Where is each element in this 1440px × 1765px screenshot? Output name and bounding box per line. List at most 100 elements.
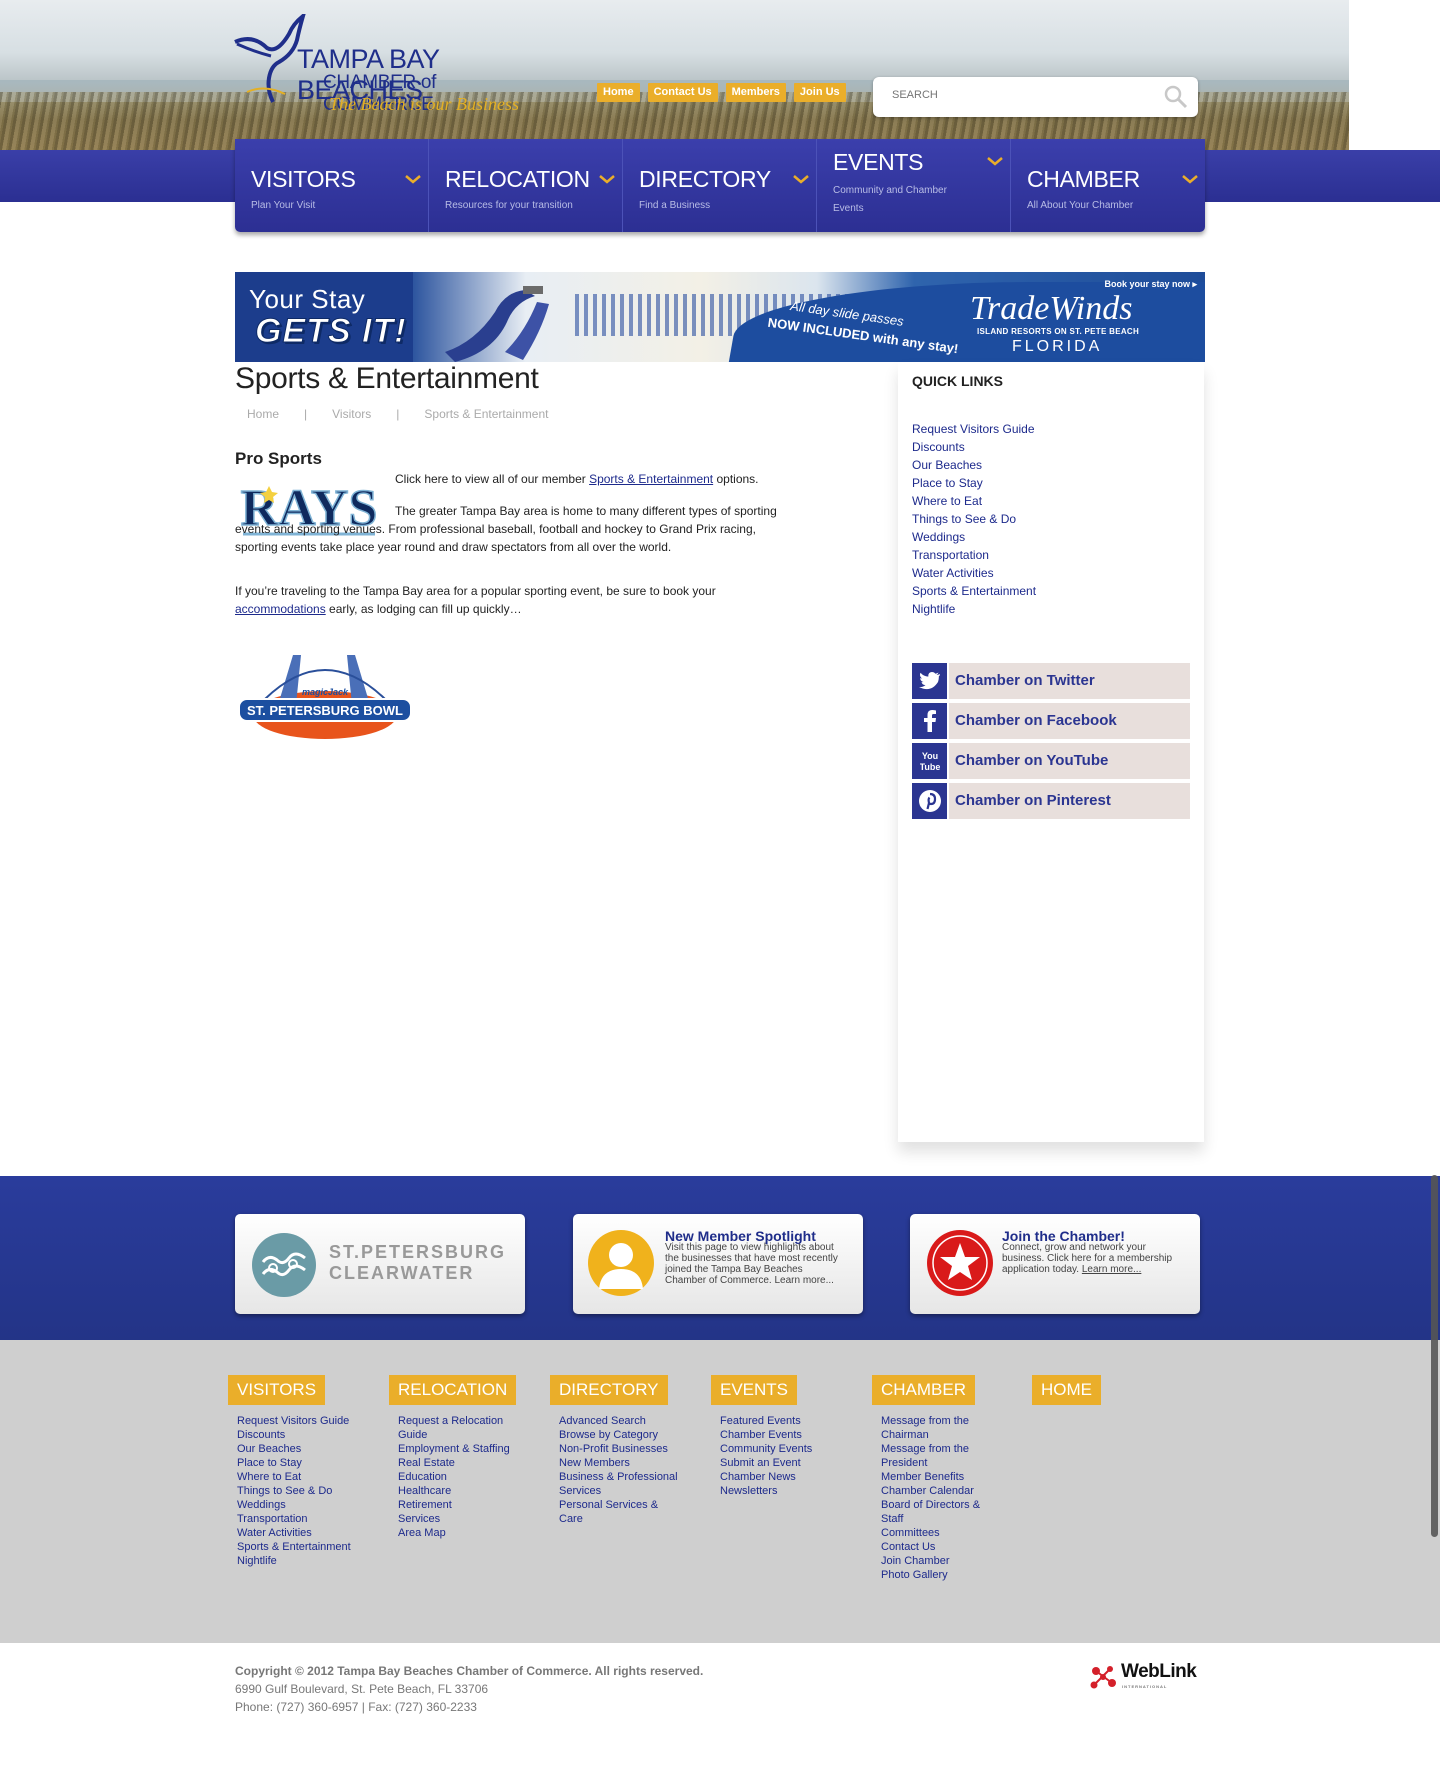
nav-item-directory[interactable]: DIRECTORY Find a Business <box>623 139 817 232</box>
footer-heading-events[interactable]: EVENTS <box>711 1375 798 1405</box>
toplink-home[interactable]: Home <box>597 83 640 102</box>
footer-link[interactable]: Member Benefits <box>881 1471 964 1483</box>
footer-link[interactable]: Retirement <box>398 1499 452 1511</box>
footer-link[interactable]: Place to Stay <box>237 1457 302 1469</box>
stpete-clearwater-card[interactable]: ST.PETERSBURG CLEARWATER <box>235 1214 525 1314</box>
footer-link[interactable]: Services <box>398 1513 440 1525</box>
breadcrumb-visitors[interactable]: Visitors <box>332 407 371 421</box>
footer-link[interactable]: Committees <box>881 1527 940 1539</box>
quick-link[interactable]: Nightlife <box>912 602 955 616</box>
nav-item-relocation[interactable]: RELOCATION Resources for your transition <box>429 139 623 232</box>
footer-link[interactable]: Things to See & Do <box>237 1485 332 1497</box>
quick-link[interactable]: Things to See & Do <box>912 512 1016 526</box>
footer-heading-directory[interactable]: DIRECTORY <box>550 1375 668 1405</box>
footer-link[interactable]: Chamber News <box>720 1471 796 1483</box>
footer-link[interactable]: Message from the President <box>881 1443 969 1469</box>
toplink-contact-us[interactable]: Contact Us <box>647 83 718 102</box>
breadcrumb: Home | Visitors | Sports & Entertainment <box>247 407 548 421</box>
spotlight-learn-more[interactable]: Learn more... <box>774 1275 833 1286</box>
quick-link[interactable]: Transportation <box>912 548 989 562</box>
nav-item-visitors[interactable]: VISITORS Plan Your Visit <box>235 139 429 232</box>
breadcrumb-home[interactable]: Home <box>247 407 279 421</box>
accommodations-link[interactable]: accommodations <box>235 602 326 616</box>
footer-link[interactable]: Non-Profit Businesses <box>559 1443 668 1455</box>
chamber-logo[interactable]: TAMPA BAY BEACHES CHAMBER of COMMERCE Th… <box>233 14 543 118</box>
footer-link[interactable]: Chamber Events <box>720 1429 802 1441</box>
footer-link[interactable]: Education <box>398 1471 447 1483</box>
footer-link[interactable]: Chamber Calendar <box>881 1485 974 1497</box>
nav-item-chamber[interactable]: CHAMBER All About Your Chamber <box>1011 139 1205 232</box>
quick-link[interactable]: Place to Stay <box>912 476 983 490</box>
nav-title: VISITORS <box>251 166 356 192</box>
footer-link[interactable]: Request a Relocation Guide <box>398 1415 503 1441</box>
main-nav: VISITORS Plan Your Visit RELOCATION Reso… <box>235 139 1205 232</box>
toplink-members[interactable]: Members <box>725 83 786 102</box>
footer-link[interactable]: Featured Events <box>720 1415 801 1427</box>
quick-link[interactable]: Discounts <box>912 440 965 454</box>
breadcrumb-current[interactable]: Sports & Entertainment <box>424 407 548 421</box>
footer-link[interactable]: Community Events <box>720 1443 812 1455</box>
footer-link[interactable]: Sports & Entertainment <box>237 1541 351 1553</box>
book-stay-link[interactable]: Book your stay now ▸ <box>1104 279 1197 290</box>
footer-link[interactable]: Business & Professional Services <box>559 1471 678 1497</box>
footer-link[interactable]: Transportation <box>237 1513 308 1525</box>
tradewinds-location: FLORIDA <box>1012 338 1103 355</box>
footer-link[interactable]: Healthcare <box>398 1485 451 1497</box>
quick-link[interactable]: Water Activities <box>912 566 994 580</box>
social-facebook[interactable]: Chamber on Facebook <box>912 703 1190 739</box>
page-scrollbar[interactable] <box>1431 1175 1438 1537</box>
page-footer: Copyright © 2012 Tampa Bay Beaches Chamb… <box>0 1643 1440 1765</box>
quick-link[interactable]: Request Visitors Guide <box>912 422 1035 436</box>
youtube-icon: You Tube <box>912 743 947 779</box>
facebook-icon <box>912 703 947 739</box>
footer-link[interactable]: Employment & Staffing <box>398 1443 510 1455</box>
st-petersburg-bowl-logo[interactable]: ST. PETERSBURG BOWL magicJack <box>235 649 415 746</box>
footer-link[interactable]: Contact Us <box>881 1541 935 1553</box>
footer-link[interactable]: Water Activities <box>237 1527 312 1539</box>
stpete-logo-text: ST.PETERSBURG CLEARWATER <box>329 1242 506 1284</box>
quick-link[interactable]: Sports & Entertainment <box>912 584 1036 598</box>
tradewinds-banner-ad[interactable]: Your Stay GETS IT! All day slide passes … <box>235 272 1205 362</box>
footer-link[interactable]: Area Map <box>398 1527 446 1539</box>
footer-link[interactable]: Submit an Event <box>720 1457 801 1469</box>
footer-link[interactable]: Real Estate <box>398 1457 455 1469</box>
footer-link[interactable]: Photo Gallery <box>881 1569 948 1581</box>
search-input[interactable] <box>892 89 1142 101</box>
join-chamber-card[interactable]: Join the Chamber! Connect, grow and netw… <box>910 1214 1200 1314</box>
quick-link[interactable]: Where to Eat <box>912 494 982 508</box>
social-twitter[interactable]: Chamber on Twitter <box>912 663 1190 699</box>
footer-link[interactable]: Personal Services & Care <box>559 1499 658 1525</box>
sports-entertainment-link[interactable]: Sports & Entertainment <box>589 472 713 486</box>
footer-heading-home[interactable]: HOME <box>1032 1375 1101 1405</box>
footer-link[interactable]: Advanced Search <box>559 1415 646 1427</box>
quick-link[interactable]: Our Beaches <box>912 458 982 472</box>
footer-heading-chamber[interactable]: CHAMBER <box>872 1375 976 1405</box>
new-member-spotlight-card[interactable]: New Member Spotlight Visit this page to … <box>573 1214 863 1314</box>
search-icon[interactable] <box>1164 85 1188 109</box>
footer-link[interactable]: Request Visitors Guide <box>237 1415 349 1427</box>
social-youtube[interactable]: You Tube Chamber on YouTube <box>912 743 1190 779</box>
footer-link[interactable]: Our Beaches <box>237 1443 301 1455</box>
footer-link[interactable]: Weddings <box>237 1499 286 1511</box>
footer-link[interactable]: Board of Directors & Staff <box>881 1499 980 1525</box>
nav-item-events[interactable]: EVENTS Community and Chamber Events <box>817 139 1011 232</box>
footer-heading-visitors[interactable]: VISITORS <box>228 1375 326 1405</box>
quick-link[interactable]: Weddings <box>912 530 965 544</box>
footer-link[interactable]: Join Chamber <box>881 1555 949 1567</box>
social-pinterest[interactable]: Chamber on Pinterest <box>912 783 1190 819</box>
footer-link[interactable]: Newsletters <box>720 1485 777 1497</box>
footer-heading-relocation[interactable]: RELOCATION <box>389 1375 517 1405</box>
address-text: 6990 Gulf Boulevard, St. Pete Beach, FL … <box>235 1682 489 1696</box>
copyright-text: Copyright © 2012 Tampa Bay Beaches Chamb… <box>235 1664 704 1678</box>
twitter-icon <box>912 663 947 699</box>
toplink-join-us[interactable]: Join Us <box>793 83 846 102</box>
footer-link[interactable]: New Members <box>559 1457 630 1469</box>
footer-nav: VISITORS Request Visitors Guide Discount… <box>0 1340 1440 1643</box>
footer-link[interactable]: Browse by Category <box>559 1429 658 1441</box>
footer-link[interactable]: Nightlife <box>237 1555 277 1567</box>
join-learn-more[interactable]: Learn more... <box>1082 1264 1141 1275</box>
footer-link[interactable]: Discounts <box>237 1429 285 1441</box>
footer-link[interactable]: Message from the Chairman <box>881 1415 969 1441</box>
join-description: Connect, grow and network your business.… <box>1002 1242 1182 1275</box>
footer-link[interactable]: Where to Eat <box>237 1471 301 1483</box>
